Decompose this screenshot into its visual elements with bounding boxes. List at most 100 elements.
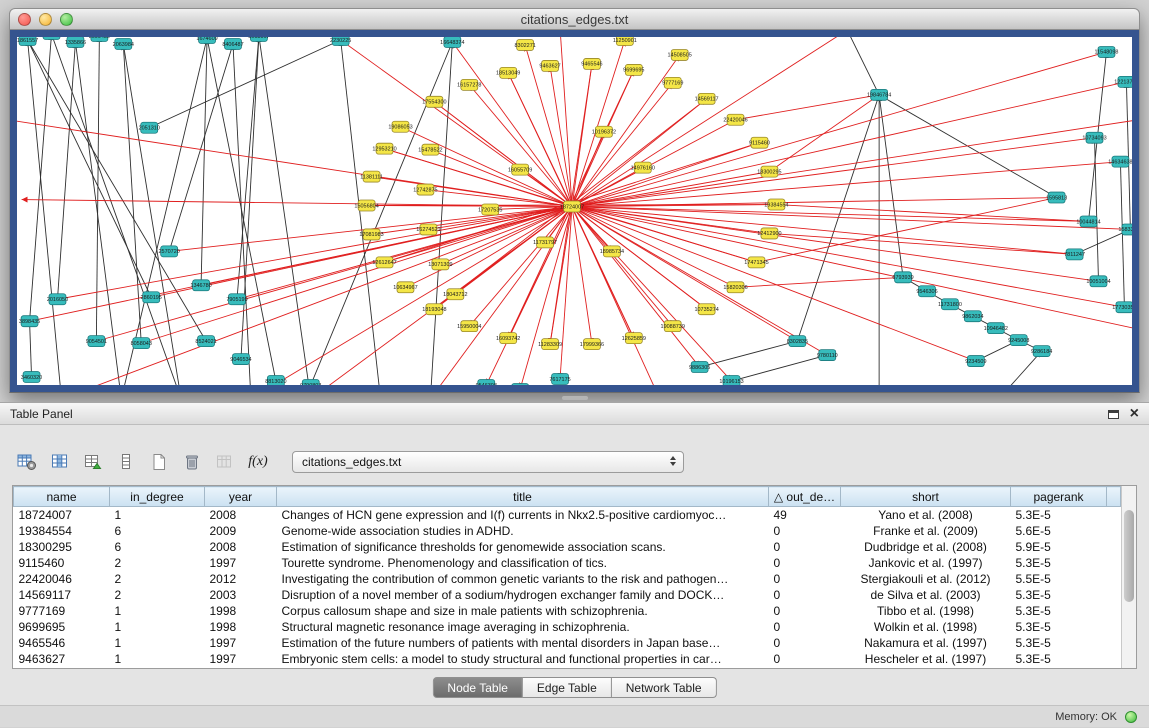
column-header[interactable]: short bbox=[841, 487, 1011, 507]
graph-edge[interactable] bbox=[121, 38, 207, 385]
graph-edge[interactable] bbox=[123, 44, 181, 385]
table-cell[interactable]: Changes of HCN gene expression and I(f) … bbox=[277, 507, 769, 523]
graph-node[interactable]: 7905199 bbox=[226, 294, 247, 305]
graph-node[interactable]: 10735274 bbox=[694, 304, 718, 315]
minimize-window-button[interactable] bbox=[39, 13, 52, 26]
table-cell[interactable]: 5.3E-5 bbox=[1011, 507, 1107, 523]
graph-node[interactable]: 16648374 bbox=[440, 37, 464, 47]
network-canvas[interactable]: 1872400719384554183002959115460224200461… bbox=[17, 37, 1132, 385]
table-cell[interactable]: 6 bbox=[110, 539, 205, 555]
graph-edge[interactable] bbox=[259, 37, 311, 385]
table-cell[interactable]: Stergiakouli et al. (2012) bbox=[841, 571, 1011, 587]
graph-node[interactable]: 3460320 bbox=[21, 372, 42, 383]
graph-node[interactable]: 3018167 bbox=[248, 37, 269, 41]
graph-node[interactable]: 17554300 bbox=[422, 96, 446, 107]
graph-node[interactable]: 9054501 bbox=[86, 336, 107, 347]
graph-node[interactable]: 15950004 bbox=[457, 321, 481, 332]
graph-node[interactable]: 17999366 bbox=[580, 339, 604, 350]
table-cell[interactable]: 18724007 bbox=[14, 507, 110, 523]
graph-edge[interactable] bbox=[572, 207, 1124, 308]
graph-edge[interactable] bbox=[572, 52, 1106, 207]
graph-node[interactable]: 14976160 bbox=[631, 162, 655, 173]
table-cell[interactable]: 2 bbox=[110, 571, 205, 587]
tab-edge-table[interactable]: Edge Table bbox=[523, 677, 612, 698]
table-row[interactable]: 911546021997Tourette syndrome. Phenomeno… bbox=[14, 555, 1121, 571]
table-cell[interactable]: Nakamura et al. (1997) bbox=[841, 635, 1011, 651]
table-cell[interactable]: de Silva et al. (2003) bbox=[841, 587, 1011, 603]
graph-edge[interactable] bbox=[572, 55, 680, 207]
table-cell[interactable]: 14569117 bbox=[14, 587, 110, 603]
table-row[interactable]: 977716911998Corpus callosum shape and si… bbox=[14, 603, 1121, 619]
graph-node[interactable]: 2230225 bbox=[330, 37, 351, 45]
graph-node[interactable]: 11283309 bbox=[538, 339, 562, 350]
graph-node[interactable]: 18513049 bbox=[496, 67, 520, 78]
table-cell[interactable]: 1 bbox=[110, 635, 205, 651]
graph-node[interactable]: 9234509 bbox=[965, 356, 986, 367]
graph-node[interactable]: 15833911 bbox=[1118, 224, 1132, 235]
table-cell[interactable]: 9699695 bbox=[14, 619, 110, 635]
graph-node[interactable]: 14634638 bbox=[1108, 156, 1132, 167]
table-cell[interactable]: Investigating the contribution of common… bbox=[277, 571, 769, 587]
graph-node[interactable]: 9115460 bbox=[749, 137, 770, 148]
graph-node[interactable]: 9465546 bbox=[581, 58, 602, 69]
table-cell[interactable]: Estimation of the future numbers of pati… bbox=[277, 635, 769, 651]
graph-edge[interactable] bbox=[879, 95, 903, 277]
table-select-dropdown[interactable]: citations_edges.txt bbox=[292, 451, 684, 473]
graph-node[interactable]: 9463627 bbox=[539, 60, 560, 71]
table-cell[interactable]: Hescheler et al. (1997) bbox=[841, 651, 1011, 667]
graph-edge[interactable] bbox=[572, 37, 847, 207]
table-cell[interactable]: 2008 bbox=[205, 539, 277, 555]
table-cell[interactable]: 0 bbox=[769, 651, 841, 667]
graph-node[interactable]: 11731797 bbox=[533, 237, 557, 248]
graph-edge[interactable] bbox=[700, 341, 798, 367]
new-table-button[interactable] bbox=[144, 449, 174, 476]
table-cell[interactable]: Corpus callosum shape and size in male p… bbox=[277, 603, 769, 619]
table-row[interactable]: 946554611997Estimation of the future num… bbox=[14, 635, 1121, 651]
graph-edge[interactable] bbox=[57, 42, 75, 299]
graph-node[interactable]: 17207535 bbox=[478, 204, 502, 215]
graph-edge[interactable] bbox=[1095, 138, 1099, 282]
graph-node[interactable]: 9780110 bbox=[817, 350, 838, 361]
graph-edge[interactable] bbox=[141, 207, 572, 344]
graph-edge[interactable] bbox=[1126, 82, 1130, 230]
graph-node[interactable]: 2063984 bbox=[113, 38, 134, 49]
graph-node[interactable]: 10590021 bbox=[508, 384, 532, 385]
table-cell[interactable]: 5.6E-5 bbox=[1011, 523, 1107, 539]
graph-node[interactable]: 10734093 bbox=[1082, 132, 1106, 143]
graph-node[interactable]: 15478522 bbox=[418, 144, 442, 155]
table-row[interactable]: 2242004622012Investigating the contribut… bbox=[14, 571, 1121, 587]
table-cell[interactable]: 1997 bbox=[205, 555, 277, 571]
graph-node[interactable]: 12953210 bbox=[372, 143, 396, 154]
graph-node[interactable]: 10946482 bbox=[984, 323, 1008, 334]
graph-node[interactable]: 11731800 bbox=[938, 299, 962, 310]
show-columns-button[interactable] bbox=[45, 449, 75, 476]
graph-node[interactable]: 1346780 bbox=[190, 280, 211, 291]
graph-node[interactable]: 7811247 bbox=[1064, 249, 1085, 260]
graph-node[interactable]: 16157278 bbox=[457, 79, 481, 90]
table-cell[interactable]: 9463627 bbox=[14, 651, 110, 667]
graph-node[interactable]: 12612647 bbox=[372, 257, 396, 268]
graph-node[interactable]: 9886305 bbox=[689, 362, 710, 373]
table-cell[interactable]: 18300295 bbox=[14, 539, 110, 555]
graph-edge[interactable] bbox=[30, 321, 32, 377]
graph-node[interactable]: 10044814 bbox=[1076, 216, 1100, 227]
table-cell[interactable]: 1 bbox=[110, 651, 205, 667]
graph-node[interactable]: 18985734 bbox=[600, 246, 624, 257]
graph-node[interactable]: 9777169 bbox=[662, 77, 683, 88]
graph-edge[interactable] bbox=[469, 207, 572, 327]
graph-node[interactable]: 15056804 bbox=[354, 200, 378, 211]
graph-node[interactable]: 17471345 bbox=[744, 257, 768, 268]
graph-edge[interactable] bbox=[572, 207, 827, 356]
graph-edge[interactable] bbox=[207, 38, 276, 381]
graph-edge[interactable] bbox=[572, 172, 769, 207]
graph-node[interactable]: 16055709 bbox=[508, 164, 532, 175]
graph-edge[interactable] bbox=[30, 37, 52, 321]
table-cell[interactable]: 5.3E-5 bbox=[1011, 587, 1107, 603]
zoom-window-button[interactable] bbox=[60, 13, 73, 26]
graph-node[interactable]: 8302835 bbox=[787, 336, 808, 347]
row-mode-button[interactable] bbox=[111, 449, 141, 476]
graph-node[interactable]: 18300295 bbox=[757, 166, 781, 177]
table-cell[interactable]: 9115460 bbox=[14, 555, 110, 571]
table-row[interactable]: 1938455462009Genome-wide association stu… bbox=[14, 523, 1121, 539]
graph-edge[interactable] bbox=[732, 355, 828, 381]
